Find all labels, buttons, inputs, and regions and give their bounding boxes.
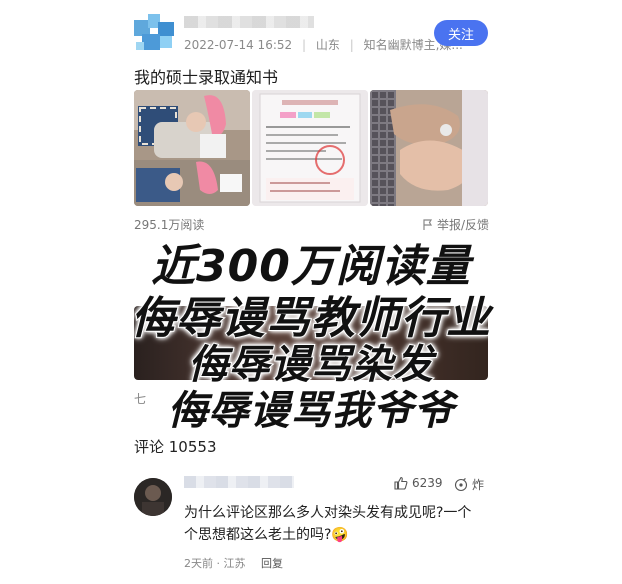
meta-separator: | xyxy=(349,38,354,52)
thumbs-up-icon xyxy=(394,476,408,490)
like-count: 6239 xyxy=(412,476,443,490)
comment-time-location: 2天前 · 江苏 xyxy=(184,557,246,570)
commenter-name-blurred xyxy=(184,476,294,488)
report-icon xyxy=(423,218,433,230)
post-image-hospital[interactable] xyxy=(134,90,250,206)
post-meta: 2022-07-14 16:52 | 山东 | 知名幽默博主,媒... xyxy=(184,36,463,53)
comment-text: 为什么评论区那么多人对染头发有成见呢?一个个思想都这么老土的吗?🤪 xyxy=(184,505,472,543)
post-title: 我的硕士录取通知书 xyxy=(134,68,279,87)
fry-label: 炸 xyxy=(472,478,485,492)
reply-button[interactable]: 回复 xyxy=(261,557,283,570)
comments-header: 评论 10553 xyxy=(134,438,217,456)
commenter-avatar[interactable] xyxy=(134,478,172,516)
fry-icon xyxy=(454,477,468,491)
like-button[interactable]: 6239 xyxy=(394,476,443,490)
follow-button[interactable]: 关注 xyxy=(434,20,488,46)
meta-separator: | xyxy=(301,38,307,52)
post-date: 2022-07-14 16:52 xyxy=(184,38,293,52)
comment-meta: 2天前 · 江苏 回复 xyxy=(184,555,283,571)
post-region: 山东 xyxy=(315,38,340,52)
fry-button[interactable]: 炸 xyxy=(454,476,484,493)
screenshot: 2022-07-14 16:52 | 山东 | 知名幽默博主,媒... 关注 我… xyxy=(0,0,622,584)
author-name-blurred xyxy=(184,16,314,28)
caption-line-4: 侮辱谩骂我爷爷 xyxy=(167,387,455,435)
post-image-admission-letter[interactable] xyxy=(252,90,368,206)
author-avatar[interactable] xyxy=(134,12,176,54)
post-image-hands[interactable] xyxy=(370,90,488,206)
